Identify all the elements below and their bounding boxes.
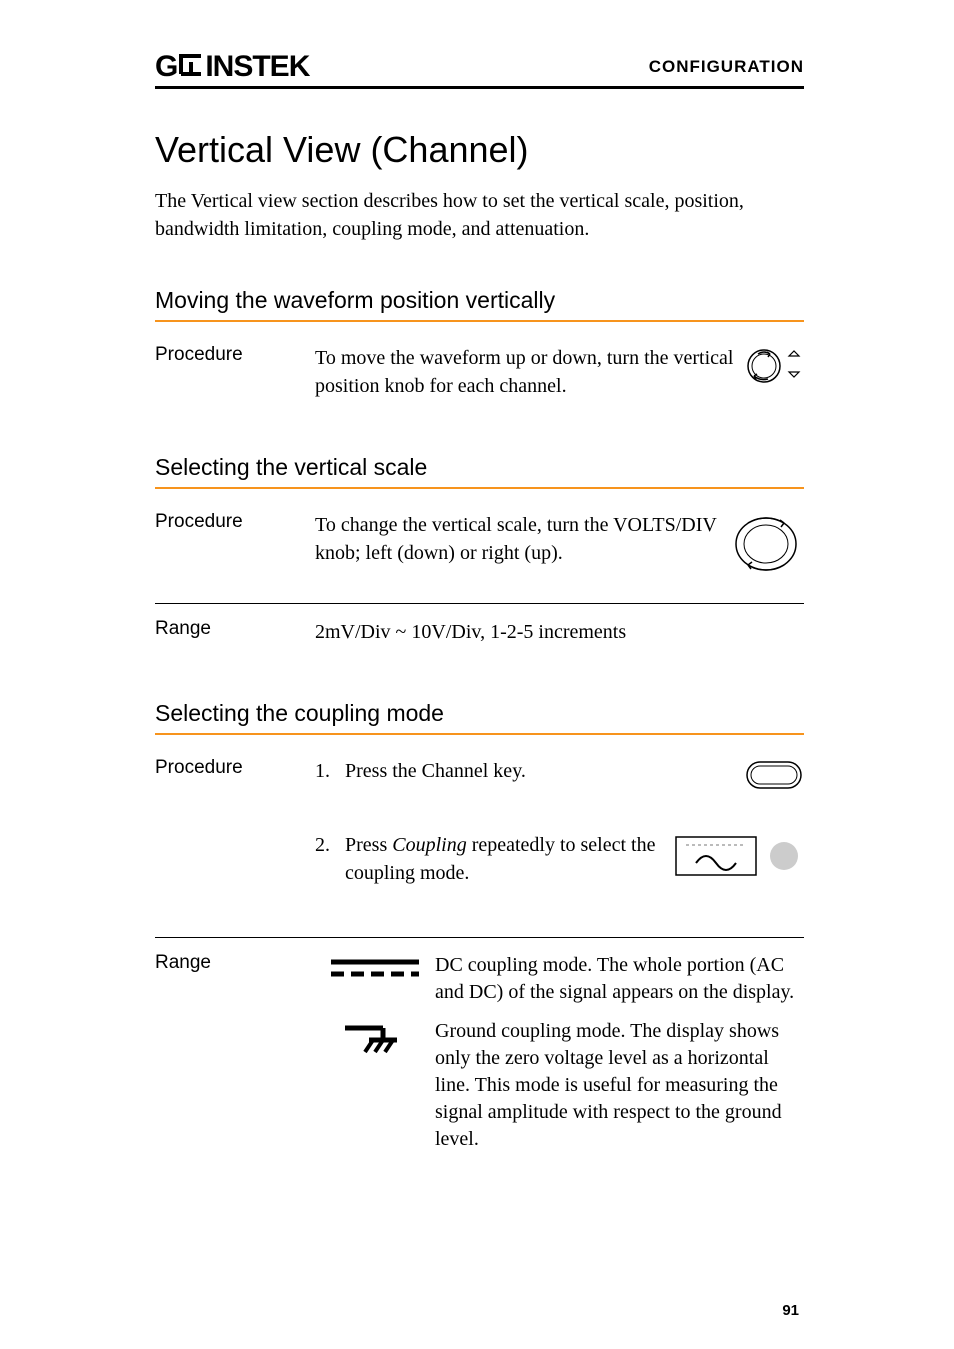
- subsection-moving-title: Moving the waveform position vertically: [155, 287, 804, 322]
- brand-logo: G INSTEK: [155, 50, 309, 84]
- knob-vertical-icon: [744, 344, 804, 396]
- gnd-coupling-desc: Ground coupling mode. The display shows …: [435, 1018, 804, 1153]
- page-number: 91: [782, 1302, 799, 1319]
- brand-text-2: INSTEK: [205, 50, 309, 84]
- moving-procedure-text: To move the waveform up or down, turn th…: [315, 344, 736, 400]
- procedure-label: Procedure: [155, 511, 315, 585]
- dc-coupling-row: DC coupling mode. The whole portion (AC …: [315, 952, 804, 1006]
- softkey-coupling-icon: [674, 831, 804, 889]
- page-title: Vertical View (Channel): [155, 129, 804, 171]
- channel-key-icon: [744, 757, 804, 801]
- divider: [155, 937, 804, 938]
- step2-text: Press Coupling repeatedly to select the …: [345, 831, 664, 887]
- coupling-procedure-row: Procedure Press the Channel key. Press C…: [155, 757, 804, 919]
- intro-paragraph: The Vertical view section describes how …: [155, 187, 804, 243]
- knob-large-icon: [728, 511, 804, 585]
- dc-coupling-icon: [315, 952, 435, 1006]
- subsection-scale-title: Selecting the vertical scale: [155, 454, 804, 489]
- scale-procedure-row: Procedure To change the vertical scale, …: [155, 511, 804, 585]
- range-label: Range: [155, 618, 315, 646]
- section-label: CONFIGURATION: [649, 57, 804, 77]
- gnd-coupling-row: Ground coupling mode. The display shows …: [315, 1018, 804, 1153]
- coupling-range-row: Range DC coupling mode. The whole portio…: [155, 952, 804, 1165]
- coupling-step-1: Press the Channel key.: [315, 757, 804, 801]
- procedure-label: Procedure: [155, 344, 315, 400]
- subsection-coupling-title: Selecting the coupling mode: [155, 700, 804, 735]
- step1-text: Press the Channel key.: [345, 757, 734, 785]
- range-label: Range: [155, 952, 315, 1165]
- coupling-step-2: Press Coupling repeatedly to select the …: [315, 831, 804, 889]
- scale-range-text: 2mV/Div ~ 10V/Div, 1-2-5 increments: [315, 618, 804, 646]
- procedure-label: Procedure: [155, 757, 315, 919]
- page-header: G INSTEK CONFIGURATION: [155, 50, 804, 89]
- ground-icon: [315, 1018, 435, 1153]
- brand-text-1: G: [155, 50, 177, 84]
- scale-range-row: Range 2mV/Div ~ 10V/Div, 1-2-5 increment…: [155, 618, 804, 646]
- divider: [155, 603, 804, 604]
- brand-glyph: [179, 50, 203, 84]
- dc-coupling-desc: DC coupling mode. The whole portion (AC …: [435, 952, 804, 1006]
- moving-procedure-row: Procedure To move the waveform up or dow…: [155, 344, 804, 400]
- scale-procedure-text: To change the vertical scale, turn the V…: [315, 511, 720, 567]
